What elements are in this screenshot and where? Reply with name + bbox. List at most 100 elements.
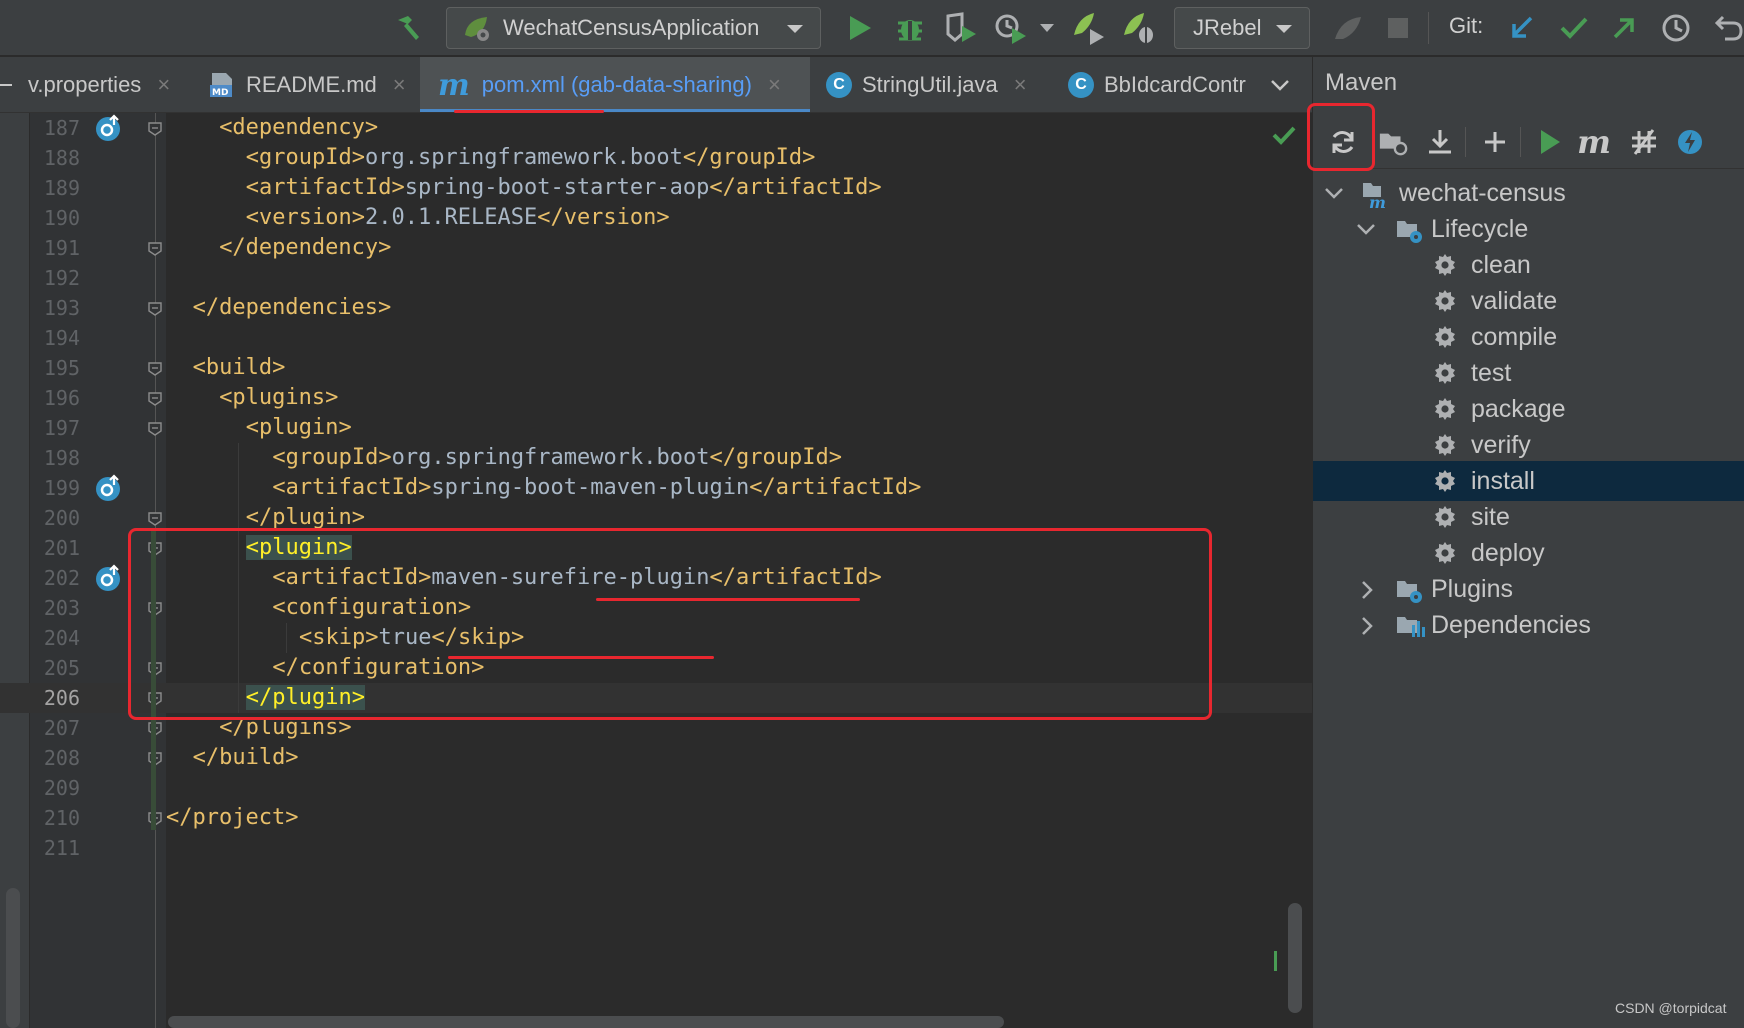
tabs-overflow-chevron-icon[interactable] xyxy=(1270,57,1302,112)
add-maven-project-icon[interactable] xyxy=(1480,127,1510,157)
vertical-scrollbar[interactable] xyxy=(1288,903,1302,1013)
maven-dependencies-node[interactable]: Dependencies xyxy=(1313,605,1744,645)
code-line[interactable]: 210 </project> xyxy=(0,803,1312,833)
xml-tag: <artifactId> xyxy=(272,475,432,500)
code-line[interactable]: 187 <dependency> xyxy=(0,113,1312,143)
code-value: spring-boot-starter-aop xyxy=(404,175,710,200)
code-line[interactable]: 197 <plugin> xyxy=(0,413,1312,443)
code-line[interactable]: 195 <build> xyxy=(0,353,1312,383)
maven-tool-window: Maven m m wechat-census Lifecycle clean … xyxy=(1312,57,1744,1028)
chevron-right-icon[interactable] xyxy=(1357,579,1377,601)
stop-icon[interactable] xyxy=(1380,0,1416,56)
code-line[interactable]: 198 <groupId>org.springframework.boot</gr… xyxy=(0,443,1312,473)
horizontal-scrollbar[interactable] xyxy=(168,1016,1004,1028)
lifecycle-goal-package[interactable]: package xyxy=(1313,389,1744,429)
jrebel-selector[interactable]: JRebel xyxy=(1174,7,1310,49)
chevron-down-icon[interactable] xyxy=(1323,183,1345,203)
lifecycle-goal-site[interactable]: site xyxy=(1313,497,1744,537)
more-run-options-chevron-icon[interactable] xyxy=(1036,0,1058,56)
generate-sources-icon[interactable] xyxy=(1378,127,1408,157)
run-with-coverage-icon[interactable] xyxy=(942,0,980,56)
tab-readme[interactable]: MD README.md × xyxy=(208,57,414,112)
lifecycle-goal-compile[interactable]: compile xyxy=(1313,317,1744,357)
code-value: spring-boot-maven-plugin xyxy=(431,475,750,500)
profiler-icon[interactable] xyxy=(992,0,1030,56)
lifecycle-goal-verify[interactable]: verify xyxy=(1313,425,1744,465)
skip-tests-icon[interactable] xyxy=(1675,127,1705,157)
close-icon[interactable]: × xyxy=(1014,72,1027,98)
execute-maven-goal-icon[interactable]: m xyxy=(1577,123,1611,161)
code-line[interactable]: 196 <plugins> xyxy=(0,383,1312,413)
code-line[interactable]: 192 xyxy=(0,263,1312,293)
fold-marker-icon[interactable] xyxy=(148,362,162,376)
lifecycle-goal-validate[interactable]: validate xyxy=(1313,281,1744,321)
run-configuration-selector[interactable]: WechatCensusApplication xyxy=(446,7,821,49)
code-line[interactable]: 208 </build> xyxy=(0,743,1312,773)
fold-marker-icon[interactable] xyxy=(148,392,162,406)
maven-lifecycle-node[interactable]: Lifecycle xyxy=(1313,209,1744,249)
lifecycle-label: Lifecycle xyxy=(1431,214,1529,243)
maven-project-node[interactable]: m wechat-census xyxy=(1313,173,1744,213)
code-line[interactable]: 188 <groupId>org.springframework.boot</gr… xyxy=(0,143,1312,173)
inspection-ok-icon[interactable] xyxy=(1272,125,1296,145)
lifecycle-goal-deploy[interactable]: deploy xyxy=(1313,533,1744,573)
java-class-icon: C xyxy=(1068,72,1094,98)
code-line[interactable]: 194 xyxy=(0,323,1312,353)
close-icon[interactable]: × xyxy=(768,72,781,98)
line-number: 199 xyxy=(43,476,80,500)
code-value: 2.0.1.RELEASE xyxy=(365,205,538,230)
git-update-icon[interactable] xyxy=(1504,0,1540,56)
tab-stringutil[interactable]: C StringUtil.java × xyxy=(826,57,1046,112)
fold-marker-icon[interactable] xyxy=(148,512,162,526)
lifecycle-goal-install[interactable]: install xyxy=(1313,461,1744,501)
maven-plugins-node[interactable]: Plugins xyxy=(1313,569,1744,609)
code-line[interactable]: 193 </dependencies> xyxy=(0,293,1312,323)
fold-marker-icon[interactable] xyxy=(148,122,162,136)
build-hammer-icon[interactable] xyxy=(390,0,426,56)
jrebel-debug-icon[interactable] xyxy=(1118,0,1158,56)
lifecycle-goal-clean[interactable]: clean xyxy=(1313,245,1744,285)
history-icon[interactable] xyxy=(1658,0,1694,56)
line-number: 197 xyxy=(43,416,80,440)
debug-icon[interactable] xyxy=(892,0,928,56)
rollback-icon[interactable] xyxy=(1712,0,1744,56)
svg-text:MD: MD xyxy=(212,88,228,98)
code-line[interactable]: 209 xyxy=(0,773,1312,803)
override-marker-icon[interactable] xyxy=(94,473,124,503)
tab-bbidcard-controller[interactable]: C BbIdcardContr xyxy=(1068,57,1258,112)
run-maven-build-icon[interactable] xyxy=(1535,127,1565,157)
tab-label: pom.xml (gab-data-sharing) xyxy=(481,72,752,97)
code-line[interactable]: 191 </dependency> xyxy=(0,233,1312,263)
code-line[interactable]: 190 <version>2.0.1.RELEASE</version> xyxy=(0,203,1312,233)
toggle-offline-mode-icon[interactable] xyxy=(1629,127,1659,157)
run-icon[interactable] xyxy=(842,0,878,56)
fold-marker-icon[interactable] xyxy=(148,422,162,436)
toolbar-separator xyxy=(1428,12,1429,44)
tab-pom-xml[interactable]: m pom.xml (gab-data-sharing) × xyxy=(420,57,810,112)
xml-tag: </groupId> xyxy=(682,145,816,170)
chevron-right-icon[interactable] xyxy=(1357,615,1377,637)
tab-properties-file[interactable]: v.properties × xyxy=(28,57,190,112)
main-toolbar: WechatCensusApplication JRebel Git: xyxy=(0,0,1744,56)
chevron-down-icon[interactable] xyxy=(1355,219,1377,239)
tab-label: BbIdcardContr xyxy=(1104,72,1246,97)
xml-tag: </groupId> xyxy=(709,445,842,470)
lifecycle-goal-test[interactable]: test xyxy=(1313,353,1744,393)
code-line[interactable]: 211 xyxy=(0,833,1312,863)
fold-marker-icon[interactable] xyxy=(148,242,162,256)
override-marker-icon[interactable] xyxy=(94,113,124,143)
code-text: <plugins> xyxy=(219,385,338,410)
fold-marker-icon[interactable] xyxy=(148,302,162,316)
code-line[interactable]: 189 <artifactId>spring-boot-starter-aop</… xyxy=(0,173,1312,203)
git-push-icon[interactable] xyxy=(1606,0,1642,56)
download-sources-icon[interactable] xyxy=(1425,127,1455,157)
git-commit-icon[interactable] xyxy=(1556,0,1592,56)
close-icon[interactable]: × xyxy=(157,72,170,98)
attach-debugger-icon[interactable] xyxy=(1328,0,1368,56)
override-marker-icon[interactable] xyxy=(94,563,124,593)
left-scrollbar[interactable] xyxy=(6,888,20,1028)
close-icon[interactable]: × xyxy=(393,72,406,98)
editor-tab-bar: v.properties × MD README.md × m pom.xml … xyxy=(0,57,1312,113)
jrebel-run-icon[interactable] xyxy=(1068,0,1108,56)
code-line[interactable]: 199 <artifactId>spring-boot-maven-plugin<… xyxy=(0,473,1312,503)
